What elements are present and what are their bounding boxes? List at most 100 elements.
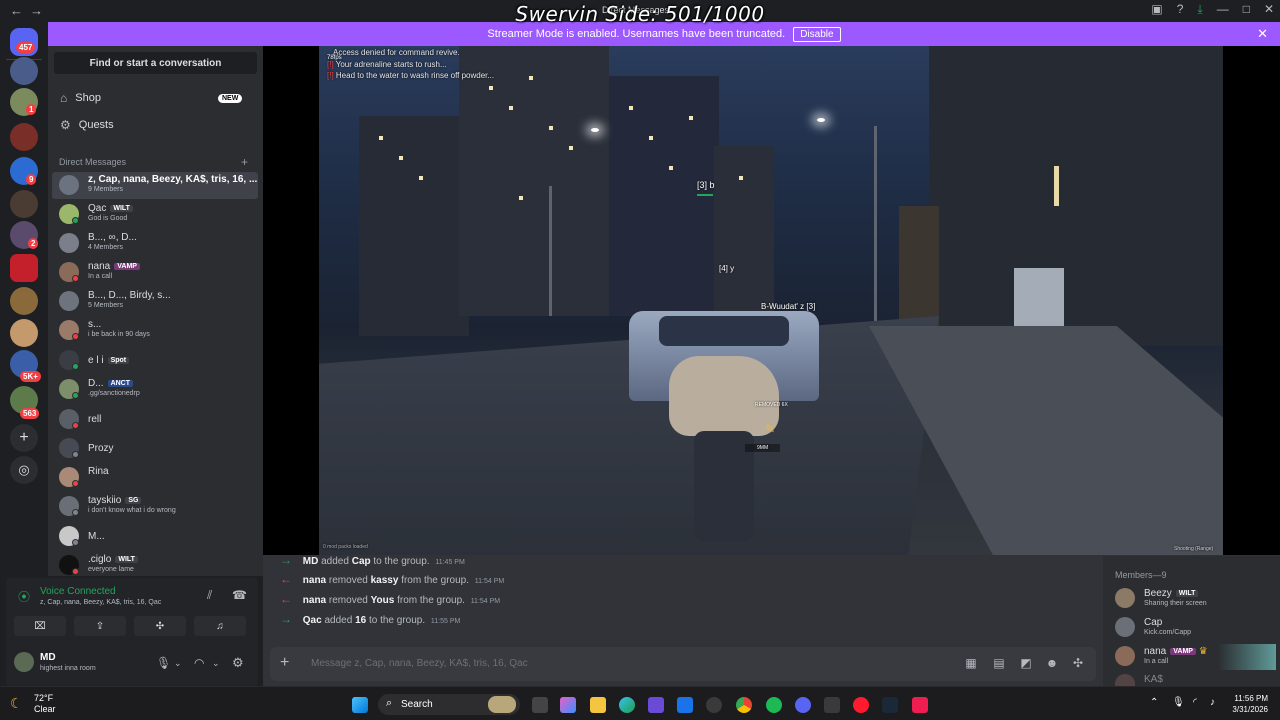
discover-icon[interactable]: ◎ [10, 456, 38, 484]
message-target[interactable]: Yous [371, 595, 395, 606]
mic-icon[interactable]: 🎙︎ [156, 656, 171, 670]
voice-status[interactable]: Voice Connected [40, 586, 116, 597]
dm-item[interactable]: nana VAMP In a call [52, 259, 258, 286]
message-actor[interactable]: nana [303, 595, 326, 606]
dm-item[interactable]: Prozy [52, 435, 258, 462]
tiktok-icon[interactable] [912, 697, 928, 713]
date: 3/31/2026 [1232, 705, 1268, 714]
opera-icon[interactable] [853, 697, 869, 713]
dm-item[interactable]: e l i Spot [52, 347, 258, 374]
mic-tray-icon[interactable]: 🎙︎ [1172, 697, 1185, 708]
disconnect-icon[interactable]: ☎ [232, 588, 247, 602]
close-window-icon[interactable]: ✕ [1264, 2, 1274, 17]
back-arrow-icon[interactable]: ← [10, 3, 23, 18]
sticker-icon[interactable]: ◩ [1019, 656, 1033, 670]
maximize-icon[interactable]: □ [1243, 2, 1250, 17]
activities-button[interactable]: ✣ [134, 616, 186, 636]
bullet-icon: ✎ [765, 422, 776, 436]
message-composer[interactable]: + Message z, Cap, nana, Beezy, KA$, tris… [270, 647, 1096, 681]
apps-icon[interactable]: ✣ [1071, 656, 1085, 670]
member-item[interactable]: nana VAMP ♛ In a call [1113, 644, 1278, 670]
store-icon[interactable] [648, 697, 664, 713]
emoji-icon[interactable]: ☻ [1045, 656, 1059, 670]
camera-button[interactable]: ⌧ [14, 616, 66, 636]
message-actor[interactable]: MD [303, 556, 319, 567]
noise-suppression-icon[interactable]: ⫽ [207, 588, 212, 603]
message-actor[interactable]: nana [303, 575, 326, 586]
spotify-icon[interactable] [766, 697, 782, 713]
user-avatar[interactable] [14, 652, 34, 672]
server-icon[interactable] [10, 57, 38, 85]
chrome-icon[interactable] [736, 697, 752, 713]
message-actor[interactable]: Qac [303, 615, 322, 626]
server-icon[interactable] [10, 190, 38, 218]
member-item[interactable]: Cap Kick.com/Capp [1113, 615, 1278, 641]
gif-icon[interactable]: ▤ [992, 656, 1006, 670]
settings-gear-icon[interactable]: ⚙ [232, 655, 244, 671]
dm-item[interactable]: Rina [52, 464, 258, 491]
discord-icon[interactable] [795, 697, 811, 713]
message-target[interactable]: 16 [355, 615, 366, 626]
chevron-down-icon[interactable]: ⌄ [174, 658, 182, 669]
shop-nav-item[interactable]: ⌂ Shop [60, 91, 101, 105]
chevron-down-icon[interactable]: ⌄ [212, 658, 220, 669]
steam-icon[interactable] [882, 697, 898, 713]
attach-plus-icon[interactable]: + [280, 654, 289, 672]
quests-nav-item[interactable]: ⚙ Quests [60, 118, 114, 132]
server-icon[interactable] [10, 254, 38, 282]
gift-icon[interactable]: ▦ [964, 656, 978, 670]
dm-item[interactable]: M... [52, 523, 258, 550]
create-dm-icon[interactable]: + [241, 155, 248, 169]
taskbar-search[interactable]: ⌕ Search [378, 694, 520, 715]
inbox-icon[interactable]: ▣ [1151, 2, 1162, 17]
forward-arrow-icon[interactable]: → [30, 3, 43, 18]
clock[interactable]: 11:56 PM 3/31/2026 [1232, 693, 1268, 715]
windows-start-icon[interactable] [352, 697, 368, 713]
file-explorer-icon[interactable] [590, 697, 606, 713]
message-input-placeholder[interactable]: Message z, Cap, nana, Beezy, KA$, tris, … [311, 658, 528, 669]
copilot-icon[interactable] [560, 697, 576, 713]
dm-item[interactable]: B..., ∞, D... 4 Members [52, 230, 258, 257]
server-icon[interactable] [10, 319, 38, 347]
app-icon[interactable] [706, 697, 722, 713]
close-banner-icon[interactable]: ✕ [1257, 26, 1268, 42]
edge-icon[interactable] [619, 697, 635, 713]
ammo-label: 9MM [745, 444, 781, 452]
dm-item[interactable]: rell [52, 406, 258, 433]
add-server-icon[interactable]: + [10, 424, 38, 452]
chevron-up-icon[interactable]: ⌃ [1150, 697, 1158, 708]
system-message: → Qac added 16 to the group. 11:55 PM [280, 612, 460, 626]
dm-sub: everyone lame [88, 566, 134, 573]
volume-icon[interactable]: ♪ [1210, 697, 1215, 708]
soundboard-button[interactable]: ♫ [194, 616, 246, 636]
dm-item[interactable]: D... ANCT .gg/sanctionedrp [52, 376, 258, 403]
minimize-icon[interactable]: — [1217, 2, 1229, 17]
wifi-icon[interactable]: ◜ [1193, 697, 1197, 708]
dm-item[interactable]: .ciglo WILT everyone lame [52, 552, 258, 576]
server-icon[interactable] [10, 287, 38, 315]
stage-letterbox [1223, 46, 1280, 555]
character [669, 356, 779, 436]
server-icon[interactable] [10, 123, 38, 151]
xbox-icon[interactable] [824, 697, 840, 713]
message-target[interactable]: Cap [352, 556, 371, 567]
dm-item[interactable]: Qac WILT God is Good [52, 201, 258, 228]
stream-video[interactable]: Access denied for command revive. 78fps … [319, 46, 1223, 555]
dm-name: B..., D..., Birdy, s... [88, 290, 171, 301]
dm-item[interactable]: B..., D..., Birdy, s... 5 Members [52, 288, 258, 315]
find-conversation-input[interactable]: Find or start a conversation [54, 52, 257, 74]
download-icon[interactable]: ⤓ [1197, 2, 1202, 17]
screenshare-button[interactable]: ⇪ [74, 616, 126, 636]
outlook-icon[interactable] [677, 697, 693, 713]
message-time: 11:45 PM [435, 559, 465, 566]
message-target[interactable]: kassy [371, 575, 399, 586]
member-item[interactable]: KA$ [1113, 672, 1278, 686]
member-item[interactable]: Beezy WILT Sharing their screen [1113, 586, 1278, 612]
disable-streamer-mode-button[interactable]: Disable [793, 26, 841, 42]
headphones-icon[interactable]: ◠ [194, 656, 204, 670]
help-icon[interactable]: ? [1177, 2, 1184, 17]
task-view-icon[interactable] [532, 697, 548, 713]
dm-item[interactable]: z, Cap, nana, Beezy, KA$, tris, 16, ... … [52, 172, 258, 199]
dm-item[interactable]: tayskiio SG i don't know what i do wrong [52, 493, 258, 520]
dm-item[interactable]: s... i be back in 90 days [52, 317, 258, 344]
